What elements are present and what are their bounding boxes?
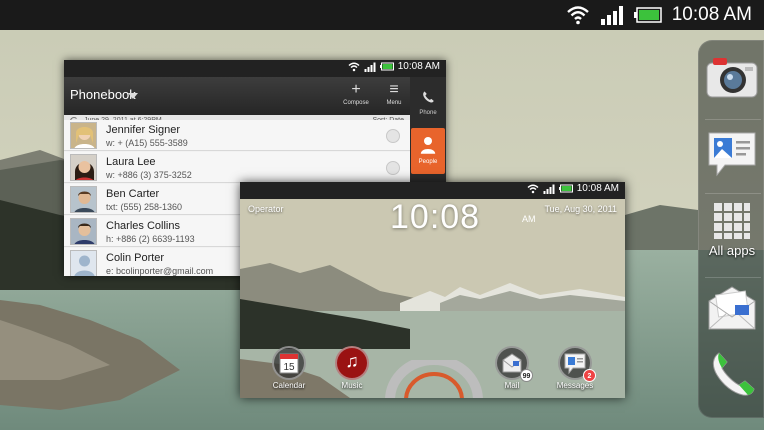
tab-phone-label: Phone — [419, 110, 437, 116]
grid-icon — [714, 203, 750, 239]
signal-icon — [600, 6, 623, 25]
status-bar: 10:08 AM — [0, 0, 764, 30]
home-clock-ampm: AM — [522, 214, 536, 224]
avatar — [70, 122, 97, 149]
mail-badge: 99 — [520, 369, 533, 382]
home-clock[interactable]: 10:08 — [390, 198, 480, 237]
contact-detail: h: +886 (2) 6639-1193 — [106, 234, 195, 244]
all-apps-label: All apps — [708, 243, 756, 258]
home-status-bar: 10:08 AM — [240, 182, 625, 199]
messages-badge: 2 — [583, 369, 596, 382]
home-screen-preview[interactable]: 10:08 AM Operator 10:08 AM Tue, Aug 30, … — [240, 182, 625, 398]
app-messages[interactable]: 2 Messages — [550, 346, 600, 390]
menu-icon: ≡ — [389, 81, 399, 98]
avatar — [70, 154, 97, 181]
tab-phone[interactable]: Phone — [411, 87, 445, 123]
dock-phone[interactable] — [699, 347, 764, 401]
contact-detail: w: + (A15) 555-3589 — [106, 138, 188, 148]
dock-gallery[interactable] — [699, 129, 764, 179]
camera-icon — [706, 58, 758, 98]
contact-name: Ben Carter — [106, 188, 160, 200]
battery-icon — [633, 7, 662, 23]
wifi-icon — [348, 62, 360, 71]
gallery-icon — [708, 132, 756, 177]
mail-icon: 99 — [495, 346, 533, 382]
dock-separator — [705, 119, 761, 120]
phone-icon — [423, 91, 434, 103]
signal-icon — [364, 62, 376, 72]
dock-all-apps[interactable]: All apps — [699, 201, 764, 258]
contact-name: Laura Lee — [106, 156, 156, 168]
home-status-time: 10:08 AM — [576, 183, 619, 194]
app-label: Calendar — [272, 381, 306, 390]
app-music[interactable]: ♫ Music — [327, 346, 377, 390]
app-mail[interactable]: 99 Mail — [487, 346, 537, 390]
chevron-down-icon[interactable] — [128, 93, 138, 99]
menu-label: Menu — [386, 100, 402, 106]
music-glyph: ♫ — [345, 351, 359, 371]
operator-label: Operator — [248, 204, 284, 214]
app-label: Messages — [556, 381, 594, 390]
phone-icon — [712, 352, 755, 396]
app-dock: All apps — [698, 40, 764, 418]
avatar — [70, 250, 97, 276]
person-icon — [420, 137, 436, 154]
menu-button[interactable]: ≡ Menu — [376, 81, 412, 113]
home-date: Tue, Aug 30, 2011 — [544, 204, 617, 214]
compose-label: Compose — [343, 100, 369, 106]
avatar — [70, 218, 97, 245]
plus-icon: + — [351, 81, 361, 98]
contact-row[interactable]: Jennifer Signer w: + (A15) 555-3589 — [64, 120, 410, 151]
contact-name: Colin Porter — [106, 252, 165, 264]
signal-icon — [543, 184, 555, 194]
dock-camera[interactable] — [699, 55, 764, 101]
calendar-day: 15 — [283, 362, 295, 373]
phonebook-title[interactable]: Phonebook — [70, 87, 136, 102]
dock-mail[interactable] — [699, 283, 764, 333]
messages-icon: 2 — [558, 346, 596, 382]
app-label: Mail — [504, 381, 520, 390]
dock-separator — [705, 193, 761, 194]
app-calendar[interactable]: 15 Calendar — [264, 346, 314, 390]
presence-icon — [386, 129, 400, 143]
phonebook-status-time: 10:08 AM — [397, 61, 440, 72]
compose-button[interactable]: + Compose — [338, 81, 374, 113]
avatar — [70, 186, 97, 213]
status-time: 10:08 AM — [671, 4, 752, 25]
contact-row[interactable]: Laura Lee w: +886 (3) 375-3252 — [64, 152, 410, 183]
wifi-icon — [566, 6, 589, 25]
dock-separator — [705, 277, 761, 278]
phonebook-status-bar: 10:08 AM — [64, 60, 446, 77]
wifi-icon — [527, 184, 539, 193]
contact-name: Charles Collins — [106, 220, 180, 232]
calendar-icon: 15 — [272, 346, 306, 380]
contact-detail: txt: (555) 258-1360 — [106, 202, 183, 212]
app-label: Music — [341, 381, 363, 390]
contact-detail: w: +886 (3) 375-3252 — [106, 170, 192, 180]
mail-icon — [708, 286, 756, 330]
contact-name: Jennifer Signer — [106, 124, 180, 136]
battery-icon — [558, 184, 573, 193]
launcher-arc[interactable] — [384, 360, 484, 398]
presence-icon — [386, 161, 400, 175]
tab-people-label: People — [418, 159, 438, 165]
battery-icon — [379, 62, 394, 71]
tab-people[interactable]: People — [411, 128, 445, 174]
phonebook-header: Phonebook + Compose ≡ Menu — [64, 77, 410, 115]
contact-detail: e: bcolinporter@gmail.com — [106, 266, 214, 276]
music-icon: ♫ — [335, 346, 369, 380]
